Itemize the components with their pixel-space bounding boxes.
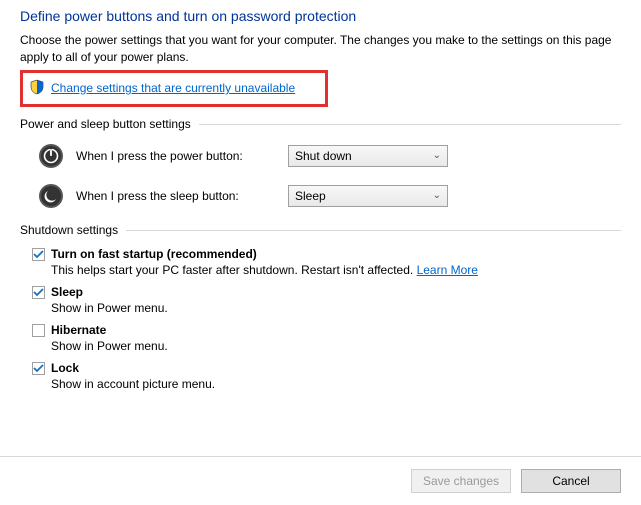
page-subtitle: Choose the power settings that you want … — [20, 32, 621, 66]
power-button-select[interactable]: Shut down ⌄ — [288, 145, 448, 167]
lock-desc: Show in account picture menu. — [51, 377, 621, 391]
sleep-button-select[interactable]: Sleep ⌄ — [288, 185, 448, 207]
change-settings-link[interactable]: Change settings that are currently unava… — [51, 81, 295, 95]
power-button-label: When I press the power button: — [76, 149, 276, 163]
fast-startup-desc: This helps start your PC faster after sh… — [51, 263, 621, 277]
save-button: Save changes — [411, 469, 511, 493]
highlight-annotation: Change settings that are currently unava… — [20, 70, 328, 107]
lock-label: Lock — [51, 361, 79, 375]
footer-bar: Save changes Cancel — [0, 456, 641, 505]
sleep-button-label: When I press the sleep button: — [76, 189, 276, 203]
page-title: Define power buttons and turn on passwor… — [20, 8, 621, 24]
learn-more-link[interactable]: Learn More — [417, 263, 478, 277]
fast-startup-checkbox[interactable] — [32, 248, 45, 261]
lock-checkbox[interactable] — [32, 362, 45, 375]
power-icon — [38, 143, 64, 169]
hibernate-desc: Show in Power menu. — [51, 339, 621, 353]
sleep-checkbox[interactable] — [32, 286, 45, 299]
fast-startup-label: Turn on fast startup (recommended) — [51, 247, 257, 261]
hibernate-checkbox[interactable] — [32, 324, 45, 337]
shutdown-header: Shutdown settings — [20, 223, 621, 237]
shield-icon — [29, 79, 45, 98]
power-sleep-header: Power and sleep button settings — [20, 117, 621, 131]
chevron-down-icon: ⌄ — [433, 190, 441, 201]
sleep-option-label: Sleep — [51, 285, 83, 299]
sleep-option-desc: Show in Power menu. — [51, 301, 621, 315]
sleep-icon — [38, 183, 64, 209]
hibernate-label: Hibernate — [51, 323, 106, 337]
cancel-button[interactable]: Cancel — [521, 469, 621, 493]
chevron-down-icon: ⌄ — [433, 150, 441, 161]
